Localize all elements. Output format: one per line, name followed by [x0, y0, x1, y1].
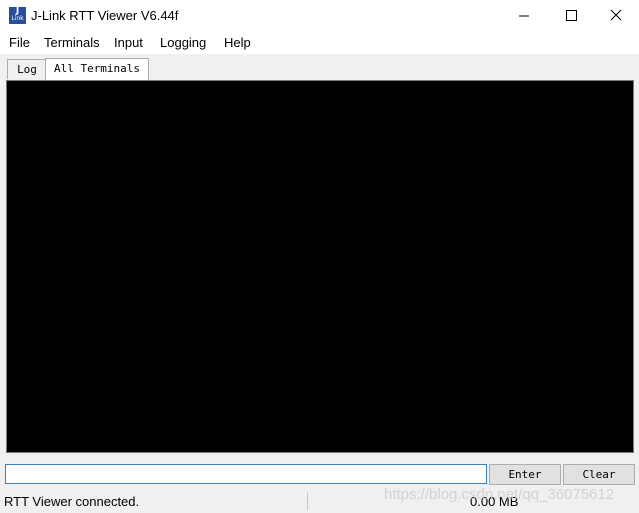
- menu-file[interactable]: File: [9, 35, 30, 50]
- terminal-input-field[interactable]: [5, 464, 487, 484]
- menu-logging[interactable]: Logging: [160, 35, 206, 50]
- menu-bar: File Terminals Input Logging Help: [0, 32, 639, 54]
- close-icon: [610, 9, 622, 21]
- close-button[interactable]: [593, 0, 639, 32]
- terminal-output[interactable]: [6, 80, 634, 453]
- enter-button[interactable]: Enter: [489, 464, 561, 485]
- minimize-button[interactable]: [501, 0, 547, 32]
- menu-input[interactable]: Input: [114, 35, 143, 50]
- jlink-logo-word: Link: [11, 15, 24, 22]
- tab-log[interactable]: Log: [7, 59, 47, 79]
- title-bar[interactable]: J Link J-Link RTT Viewer V6.44f: [0, 0, 639, 32]
- jlink-logo-icon: J Link: [9, 7, 26, 24]
- minimize-icon: [519, 15, 529, 17]
- status-message: RTT Viewer connected.: [4, 494, 140, 509]
- maximize-button[interactable]: [547, 0, 593, 32]
- watermark-text: https://blog.csdn.net/qq_36075612: [384, 486, 615, 503]
- status-divider: [307, 492, 308, 510]
- rtt-viewer-window: J Link J-Link RTT Viewer V6.44f File Ter…: [0, 0, 639, 513]
- menu-terminals[interactable]: Terminals: [44, 35, 100, 50]
- clear-button[interactable]: Clear: [563, 464, 635, 485]
- window-title: J-Link RTT Viewer V6.44f: [31, 8, 179, 23]
- menu-help[interactable]: Help: [224, 35, 251, 50]
- jlink-logo-letter: J: [15, 6, 20, 16]
- tab-strip: Log All Terminals: [0, 54, 639, 80]
- maximize-icon: [566, 10, 577, 21]
- tab-all-terminals[interactable]: All Terminals: [45, 58, 149, 80]
